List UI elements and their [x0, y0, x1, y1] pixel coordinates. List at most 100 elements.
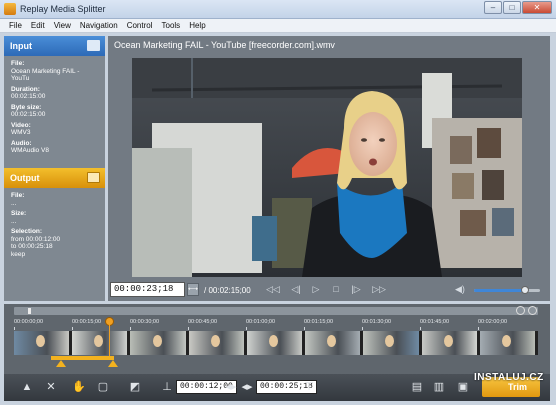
thumbnail-figure — [210, 335, 220, 347]
timeline-thumbnail[interactable] — [130, 331, 189, 355]
timeline-tick — [304, 327, 305, 330]
folder-icon[interactable] — [87, 40, 100, 51]
menu-edit[interactable]: Edit — [28, 19, 51, 32]
current-time-field[interactable]: 00:00:23;18 — [110, 282, 185, 297]
app-window: Replay Media Splitter – □ ✕ File Edit Vi… — [0, 0, 556, 405]
timeline-tick — [130, 327, 131, 330]
menu-control[interactable]: Control — [124, 19, 159, 32]
volume-knob[interactable] — [521, 286, 530, 294]
maximize-button[interactable]: □ — [503, 1, 521, 14]
timeline-scrollbar[interactable] — [14, 306, 538, 315]
time-format-button[interactable]: ⟷ — [187, 283, 199, 296]
skip-back-icon[interactable]: ◁◁ — [265, 283, 281, 296]
timeline-tick-label: 00:00:45;00 — [188, 319, 218, 325]
timeline-thumbnail[interactable] — [72, 331, 131, 355]
timeline-tick — [72, 327, 73, 330]
thumbnail-figure — [385, 335, 395, 347]
audio-label: Audio: — [11, 139, 32, 147]
selection-end-marker[interactable] — [108, 360, 118, 367]
stop-icon[interactable]: □ — [328, 283, 344, 296]
selection-start-marker[interactable] — [56, 360, 66, 367]
video-frame[interactable] — [132, 58, 522, 277]
file-label: File: — [11, 60, 25, 67]
timeline-tick-label: 00:02:00;00 — [478, 319, 508, 325]
clear-marker-icon[interactable]: ✕ — [44, 380, 58, 394]
duration-value: 00:02:15:00 — [11, 93, 46, 100]
comment-icon[interactable]: ▢ — [96, 380, 110, 394]
timeline-tick — [420, 327, 421, 330]
menu-help[interactable]: Help — [186, 19, 211, 32]
zoom-out-icon[interactable] — [528, 306, 537, 315]
export-icon[interactable]: ▥ — [432, 380, 446, 394]
input-header[interactable]: Input — [4, 36, 105, 56]
thumbnail-figure — [268, 335, 278, 347]
volume-icon[interactable]: ◀) — [455, 284, 465, 295]
timeline-tick-label: 00:00:30;00 — [130, 319, 160, 325]
set-start-icon[interactable]: ⊥ — [160, 380, 174, 394]
thumbnail-figure — [94, 335, 104, 347]
timeline-tick-label: 00:01:00;00 — [246, 319, 276, 325]
output-title: Output — [10, 173, 40, 183]
timeline-tick-label: 00:00:15;00 — [72, 319, 102, 325]
timeline-ruler: 00:00:00;00 00:00:15;00 00:00:30;00 00:00:4… — [14, 318, 538, 330]
prev-marker-icon[interactable]: ▲ — [20, 380, 34, 394]
timeline-tick — [362, 327, 363, 330]
minimize-button[interactable]: – — [484, 1, 502, 14]
timeline-tick — [14, 327, 15, 330]
set-end-icon[interactable]: ⊤ — [302, 380, 316, 394]
input-title: Input — [10, 41, 32, 51]
file-value: Ocean Marketing FAIL - YouTu — [11, 67, 80, 83]
playhead-line — [109, 324, 110, 358]
duration-label: Duration: — [11, 85, 40, 93]
screen-icon[interactable]: ▣ — [456, 380, 470, 394]
output-size-label: Size: — [11, 210, 27, 217]
close-button[interactable]: ✕ — [522, 1, 552, 14]
timeline-thumbnail[interactable] — [14, 331, 73, 355]
thumbnail-strip — [14, 331, 538, 355]
film-icon[interactable]: ▤ — [410, 380, 424, 394]
timeline: 00:00:00;00 00:00:15;00 00:00:30;00 00:00:4… — [4, 304, 550, 374]
output-info: File: ... Size: ... Selection: from 00:0… — [4, 188, 105, 262]
player-area: Ocean Marketing FAIL - YouTube [freecord… — [108, 36, 550, 301]
bytesize-label: Byte size: — [11, 103, 42, 111]
save-icon[interactable] — [87, 172, 100, 183]
zoom-in-icon[interactable] — [516, 306, 525, 315]
thumbnail-figure — [327, 335, 337, 347]
bytesize-value: 00:02:15:00 — [11, 111, 46, 118]
menu-file[interactable]: File — [6, 19, 28, 32]
timeline-thumbnail[interactable] — [246, 331, 306, 355]
video-title: Ocean Marketing FAIL - YouTube [freecord… — [114, 40, 335, 50]
menu-view[interactable]: View — [51, 19, 77, 32]
timeline-thumbnail[interactable] — [305, 331, 364, 355]
bottom-toolbar: ▲ ✕ ✋ ▢ ◩ ⊥ 00:00:12;00 ◂▸ ◂▸ 00:00:25;1… — [4, 374, 550, 401]
selection-label: Selection: — [11, 228, 43, 235]
fit-icon[interactable]: ◩ — [128, 380, 142, 394]
timeline-scroll-thumb[interactable] — [28, 308, 31, 314]
selection-mode: keep — [11, 250, 26, 258]
thumbnail-figure — [36, 335, 46, 347]
output-file-label: File: — [11, 192, 25, 199]
menu-tools[interactable]: Tools — [159, 19, 187, 32]
play-icon[interactable]: ▷ — [308, 283, 324, 296]
output-header[interactable]: Output — [4, 168, 105, 188]
selection-from: from 00:00:12:00 — [11, 235, 61, 243]
step-forward-icon[interactable]: |▷ — [348, 283, 364, 296]
volume-level — [474, 289, 526, 292]
total-duration: / 00:02:15;00 — [204, 286, 251, 295]
volume-slider[interactable] — [474, 286, 540, 294]
thumbs-up-icon[interactable]: ✋ — [72, 380, 86, 394]
timeline-tick — [188, 327, 189, 330]
menu-navigation[interactable]: Navigation — [77, 19, 124, 32]
timeline-tick — [478, 327, 479, 330]
timeline-tick-label: 00:01:15;00 — [304, 319, 334, 325]
start-nudge-icon[interactable]: ◂▸ — [224, 380, 238, 394]
timeline-thumbnail[interactable] — [421, 331, 480, 355]
skip-forward-icon[interactable]: ▷▷ — [371, 283, 387, 296]
timeline-thumbnail[interactable] — [363, 331, 422, 355]
timeline-thumbnail[interactable] — [479, 331, 538, 355]
end-nudge-icon[interactable]: ◂▸ — [240, 380, 254, 394]
step-back-icon[interactable]: ◁| — [288, 283, 304, 296]
window-title: Replay Media Splitter — [20, 4, 106, 14]
timeline-tick — [246, 327, 247, 330]
timeline-thumbnail[interactable] — [188, 331, 247, 355]
